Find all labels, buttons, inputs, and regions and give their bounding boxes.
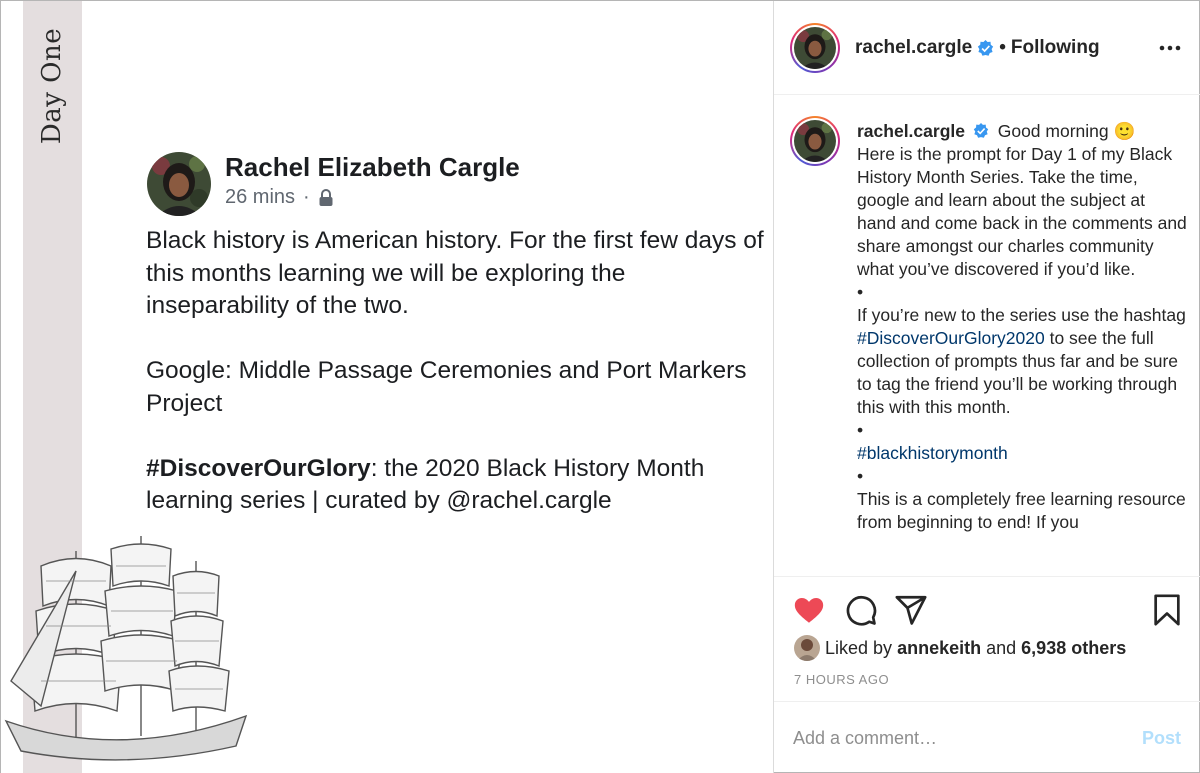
caption-username[interactable]: rachel.cargle	[857, 121, 965, 141]
fb-author-name: Rachel Elizabeth Cargle	[225, 152, 520, 182]
hashtag-link[interactable]: #DiscoverOurGlory2020	[857, 328, 1045, 348]
post-dialog: Day One Rachel Elizabeth Cargle 26 mins …	[0, 0, 1200, 773]
fb-paragraph-2: Google: Middle Passage Ceremonies and Po…	[146, 357, 747, 417]
day-label-text: Day One	[37, 27, 67, 145]
caption-area[interactable]: rachel.cargle Good morning 🙂 Here is the…	[774, 96, 1200, 576]
more-horizontal-icon[interactable]	[1157, 35, 1183, 61]
fb-paragraph-3: #DiscoverOurGlory: the 2020 Black Histor…	[146, 453, 771, 518]
liked-user[interactable]: annekeith	[897, 638, 981, 659]
verified-badge-icon	[973, 122, 990, 139]
fb-hashtag: #DiscoverOurGlory	[146, 454, 371, 482]
liked-others[interactable]: 6,938 others	[1021, 638, 1126, 659]
fb-post-meta: 26 mins ·	[225, 186, 334, 209]
liker-avatar[interactable]	[794, 635, 820, 661]
post-comment-button[interactable]: Post	[1142, 728, 1181, 749]
fb-author-avatar	[147, 152, 211, 216]
likes-summary: Liked by annekeith and 6,938 others	[794, 635, 1126, 661]
fb-meta-separator: ·	[303, 186, 310, 208]
header-username-row: rachel.cargle • Following	[855, 37, 1100, 59]
day-label-vertical: Day One	[31, 27, 73, 145]
heart-filled-icon[interactable]	[792, 593, 826, 627]
header-username[interactable]: rachel.cargle	[855, 37, 972, 59]
following-button[interactable]: Following	[1011, 37, 1100, 59]
header-dot: •	[999, 37, 1006, 58]
post-header: rachel.cargle • Following	[774, 1, 1200, 95]
caption-text-3: This is a completely free learning resou…	[857, 489, 1186, 532]
liked-and: and	[986, 637, 1017, 658]
fb-post-body: Black history is American history. For t…	[146, 225, 771, 550]
post-timestamp[interactable]: 7 HOURS AGO	[794, 672, 889, 687]
caption-avatar[interactable]	[790, 116, 840, 166]
header-avatar[interactable]	[790, 23, 840, 73]
post-sidebar: rachel.cargle • Following rachel.cargle …	[774, 1, 1200, 773]
action-bar: Liked by annekeith and 6,938 others 7 HO…	[774, 576, 1200, 696]
fb-post-time: 26 mins	[225, 186, 296, 208]
hashtag-link-2[interactable]: #blackhistorymonth	[857, 442, 1187, 465]
comment-icon[interactable]	[844, 593, 878, 627]
caption-text-2-before: If you’re new to the series use the hash…	[857, 305, 1186, 325]
liked-prefix: Liked by	[825, 637, 893, 658]
caption-text: rachel.cargle Good morning 🙂 Here is the…	[857, 120, 1187, 534]
caption-bullet-2: •	[857, 420, 864, 440]
post-image[interactable]: Day One Rachel Elizabeth Cargle 26 mins …	[1, 1, 773, 773]
fb-paragraph-1: Black history is American history. For t…	[146, 227, 764, 319]
comment-input[interactable]	[793, 724, 1123, 752]
verified-badge-icon	[977, 39, 994, 57]
ship-illustration	[4, 536, 248, 761]
caption-bullet-1: •	[857, 282, 864, 302]
lock-icon	[318, 188, 334, 207]
caption-greeting: Good morning 🙂	[997, 121, 1136, 141]
caption-paragraph-2: If you’re new to the series use the hash…	[857, 304, 1187, 419]
comment-box: Post	[774, 701, 1200, 773]
caption-bullet-3: •	[857, 466, 864, 486]
share-icon[interactable]	[894, 593, 928, 627]
bookmark-icon[interactable]	[1150, 593, 1184, 627]
caption-text-1: Here is the prompt for Day 1 of my Black…	[857, 144, 1187, 279]
